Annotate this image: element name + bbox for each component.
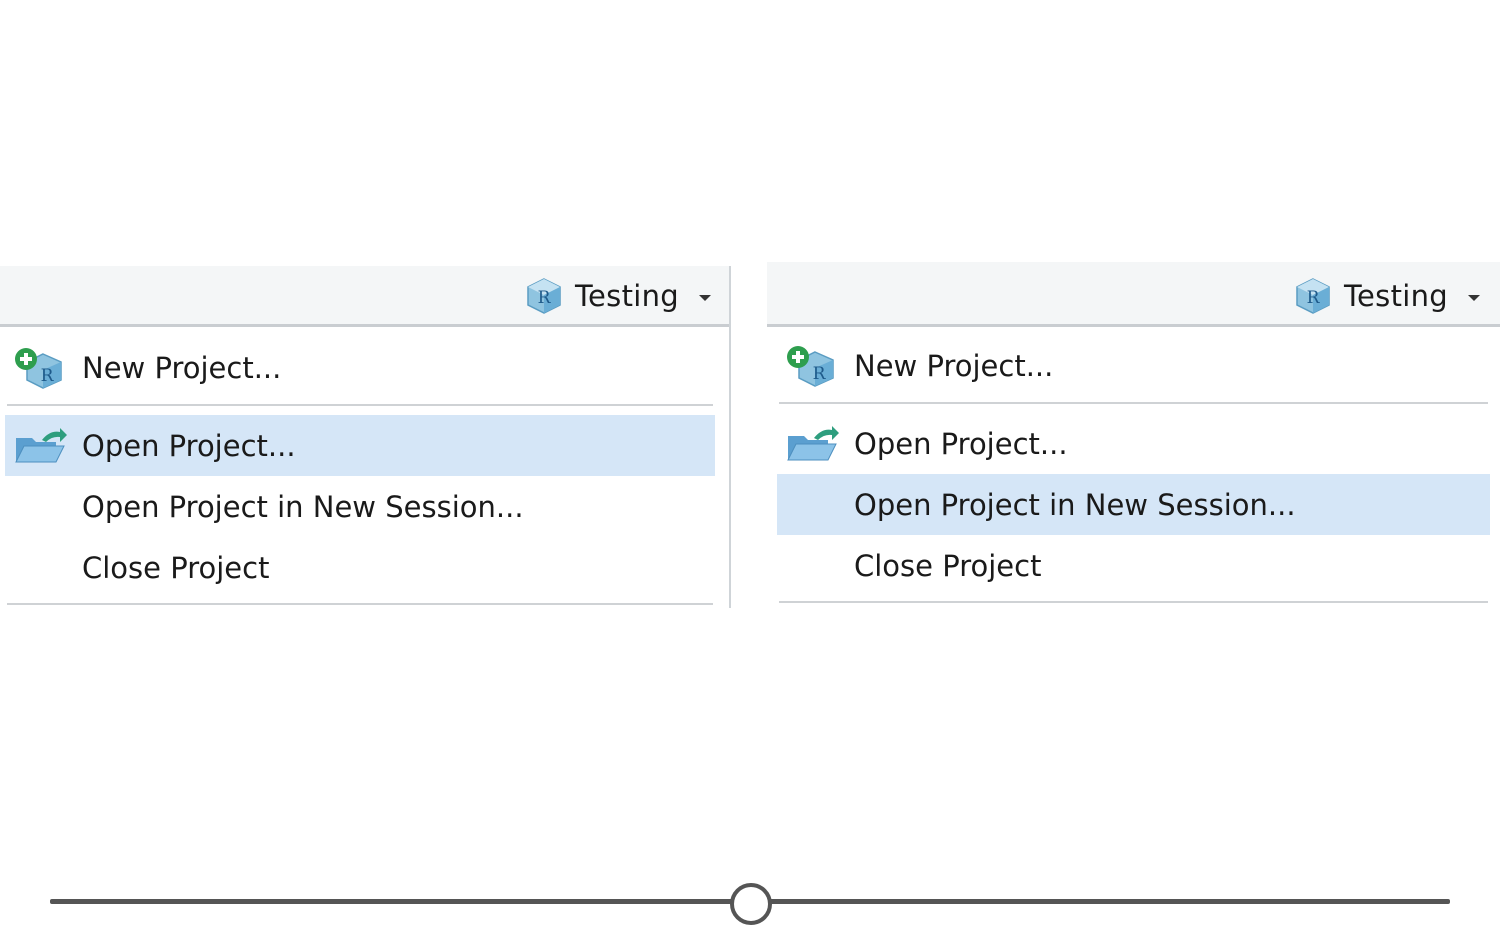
new-project-icon: R xyxy=(12,345,68,391)
menu-item-open-project-new-session[interactable]: Open Project in New Session... xyxy=(5,476,715,537)
toolbar: R Testing xyxy=(767,262,1500,327)
menu-separator xyxy=(779,402,1488,404)
menu-separator xyxy=(7,404,713,406)
menu-item-label: Open Project in New Session... xyxy=(82,489,524,524)
menu-item-label: Open Project in New Session... xyxy=(854,487,1296,522)
menu-separator xyxy=(7,603,713,605)
comparison-slider-handle[interactable] xyxy=(730,883,772,925)
menu-item-label: Open Project... xyxy=(82,428,296,463)
svg-text:R: R xyxy=(813,364,827,384)
chevron-down-icon xyxy=(1468,295,1480,301)
project-dropdown-menu: R New Project... Open Project... Open Pr xyxy=(767,327,1500,608)
open-project-icon xyxy=(784,421,840,467)
project-menu-button[interactable]: R Testing xyxy=(525,276,711,316)
menu-item-close-project[interactable]: Close Project xyxy=(5,537,715,598)
project-menu-panel-left: R Testing R New Project... Open Project.… xyxy=(0,266,731,608)
menu-item-label: New Project... xyxy=(82,350,282,385)
project-name: Testing xyxy=(1343,279,1448,313)
svg-text:R: R xyxy=(538,288,552,308)
project-menu-panel-right: R Testing R New Project... Open Project.… xyxy=(767,262,1500,608)
new-project-icon: R xyxy=(784,343,840,389)
chevron-down-icon xyxy=(699,295,711,301)
menu-item-label: Open Project... xyxy=(854,426,1068,461)
menu-item-open-project[interactable]: Open Project... xyxy=(777,413,1490,474)
svg-text:R: R xyxy=(1307,288,1321,308)
menu-item-open-project-new-session[interactable]: Open Project in New Session... xyxy=(777,474,1490,535)
menu-item-label: Close Project xyxy=(854,548,1042,583)
project-dropdown-menu: R New Project... Open Project... Open Pr xyxy=(0,327,729,608)
project-name: Testing xyxy=(574,279,679,313)
r-project-icon: R xyxy=(527,278,561,314)
menu-item-label: New Project... xyxy=(854,348,1054,383)
menu-item-new-project[interactable]: R New Project... xyxy=(5,337,715,398)
menu-item-label: Close Project xyxy=(82,550,270,585)
toolbar: R Testing xyxy=(0,266,729,327)
menu-item-new-project[interactable]: R New Project... xyxy=(777,335,1490,396)
open-project-icon xyxy=(12,423,68,469)
menu-separator xyxy=(779,601,1488,603)
svg-text:R: R xyxy=(41,366,55,386)
menu-item-close-project[interactable]: Close Project xyxy=(777,535,1490,596)
project-menu-button[interactable]: R Testing xyxy=(1294,276,1480,316)
menu-item-open-project[interactable]: Open Project... xyxy=(5,415,715,476)
r-project-icon: R xyxy=(1296,278,1330,314)
